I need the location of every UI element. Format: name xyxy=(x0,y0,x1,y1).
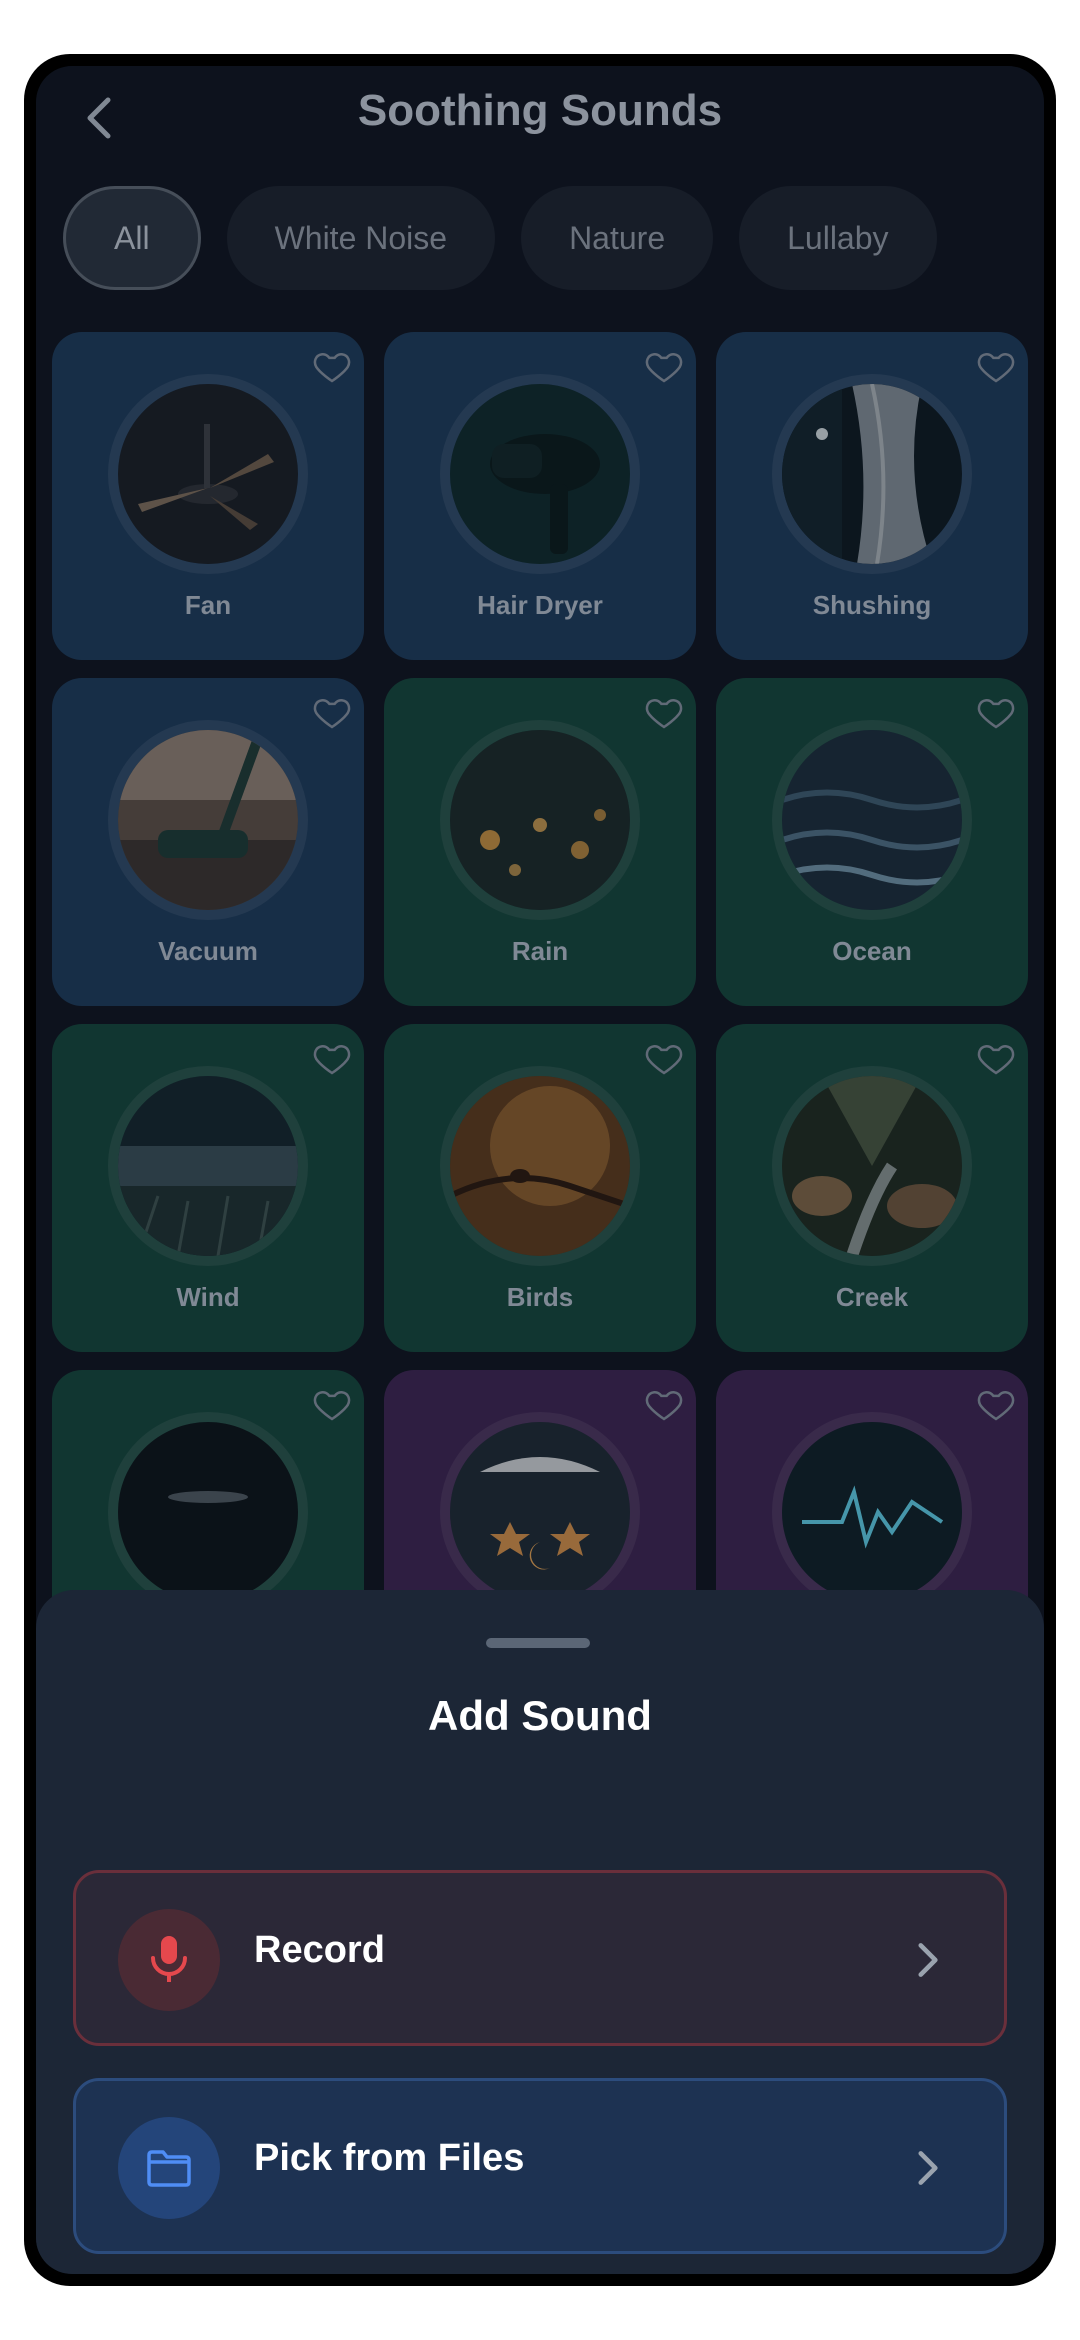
microphone-icon xyxy=(151,1936,187,1982)
chevron-right-icon xyxy=(918,2151,938,2185)
pick-from-files-label: Pick from Files xyxy=(254,2137,525,2179)
sheet-drag-handle[interactable] xyxy=(486,1638,590,1648)
phone-frame: Soothing Sounds All White Noise Nature L… xyxy=(24,54,1056,2286)
sheet-title: Add Sound xyxy=(428,1692,652,1739)
record-label: Record xyxy=(254,1929,385,1971)
add-sound-sheet: Add Sound Record Pick from Files xyxy=(36,1590,1044,2274)
record-icon-bubble xyxy=(118,1909,220,2011)
app-screen: Soothing Sounds All White Noise Nature L… xyxy=(36,66,1044,2274)
record-option[interactable]: Record xyxy=(73,1870,1007,2046)
folder-icon xyxy=(147,2150,191,2187)
chevron-right-icon xyxy=(918,1943,938,1977)
pick-from-files-option[interactable]: Pick from Files xyxy=(73,2078,1007,2254)
files-icon-bubble xyxy=(118,2117,220,2219)
